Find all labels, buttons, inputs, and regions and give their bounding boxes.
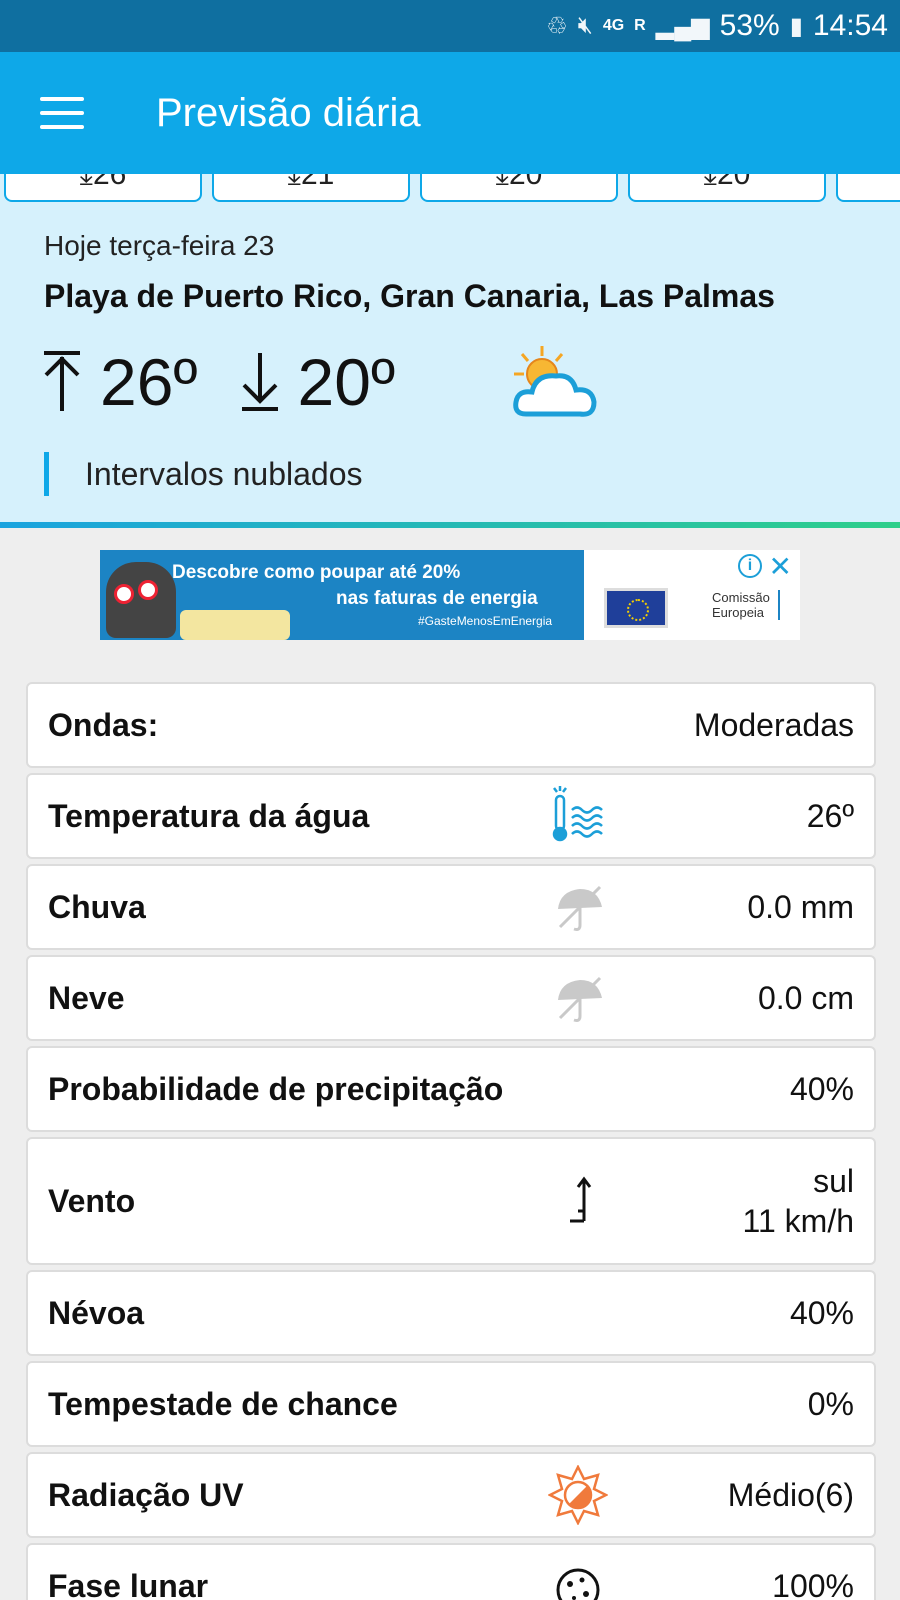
list-item-waves: Ondas: Moderadas — [26, 682, 876, 768]
today-date: Hoje terça-feira 23 — [44, 230, 275, 261]
signal-icon: ▂▄▆ — [655, 12, 710, 40]
divider — [0, 522, 900, 528]
moon-phase-icon — [556, 1568, 600, 1600]
umbrella-off-icon — [558, 885, 602, 931]
min-temperature: 20º — [297, 345, 396, 419]
water-temperature-icon — [552, 786, 603, 842]
roaming-indicator: R — [634, 17, 646, 34]
arrow-down-icon — [241, 353, 278, 411]
recycle-icon: ♲ — [546, 12, 568, 40]
wind-direction-icon — [570, 1176, 592, 1223]
page-title: Previsão diária — [156, 90, 421, 135]
app-bar: Previsão diária — [0, 52, 900, 174]
temperature-range: 26º 20º — [40, 344, 435, 420]
partly-cloudy-icon — [513, 346, 597, 417]
menu-icon[interactable] — [40, 97, 84, 129]
battery-icon: ▮ — [789, 12, 803, 40]
max-temperature: 26º — [100, 345, 198, 419]
mute-icon: 🔇︎ — [577, 12, 593, 39]
arrow-up-icon — [44, 351, 80, 411]
location-name: Playa de Puerto Rico, Gran Canaria, Las … — [44, 278, 775, 314]
list-item-mist: Névoa 40% — [26, 1270, 876, 1356]
details-list: Ondas: Moderadas Temperatura da água 26º… — [26, 682, 876, 1600]
info-icon[interactable]: i — [738, 554, 762, 578]
list-item-water-temperature: Temperatura da água 26º — [26, 773, 876, 859]
list-item-moon-phase: Fase lunar 100% — [26, 1543, 876, 1600]
network-type: 4G — [602, 17, 625, 34]
eu-flag-icon — [604, 588, 668, 628]
today-summary: Hoje terça-feira 23 Playa de Puerto Rico… — [0, 204, 900, 524]
list-item-uv: Radiação UV Médio(6) — [26, 1452, 876, 1538]
close-icon[interactable]: ✕ — [769, 550, 792, 583]
clock: 14:54 — [812, 9, 888, 42]
list-item-wind: Vento sul 11 km/h — [26, 1137, 876, 1265]
list-item-snow: Neve 0.0 cm — [26, 955, 876, 1041]
wind-value: sul 11 km/h — [742, 1163, 854, 1239]
ad-brand: Comissão Europeia — [712, 590, 780, 620]
status-bar: ♲ 🔇︎ 4G R ▂▄▆ 53% ▮ 14:54 — [0, 0, 900, 52]
list-item-precipitation-probability: Probabilidade de precipitação 40% — [26, 1046, 876, 1132]
list-item-storm-chance: Tempestade de chance 0% — [26, 1361, 876, 1447]
weather-description: Intervalos nublados — [44, 452, 363, 496]
list-item-rain: Chuva 0.0 mm — [26, 864, 876, 950]
ad-image[interactable]: Descobre como poupar até 20% nas faturas… — [100, 550, 584, 640]
umbrella-off-icon — [558, 976, 602, 1022]
uv-sun-icon — [548, 1465, 608, 1525]
ad-banner[interactable]: Descobre como poupar até 20% nas faturas… — [100, 550, 800, 640]
ad-radiator — [180, 610, 290, 640]
battery-percent: 53% — [719, 9, 780, 42]
